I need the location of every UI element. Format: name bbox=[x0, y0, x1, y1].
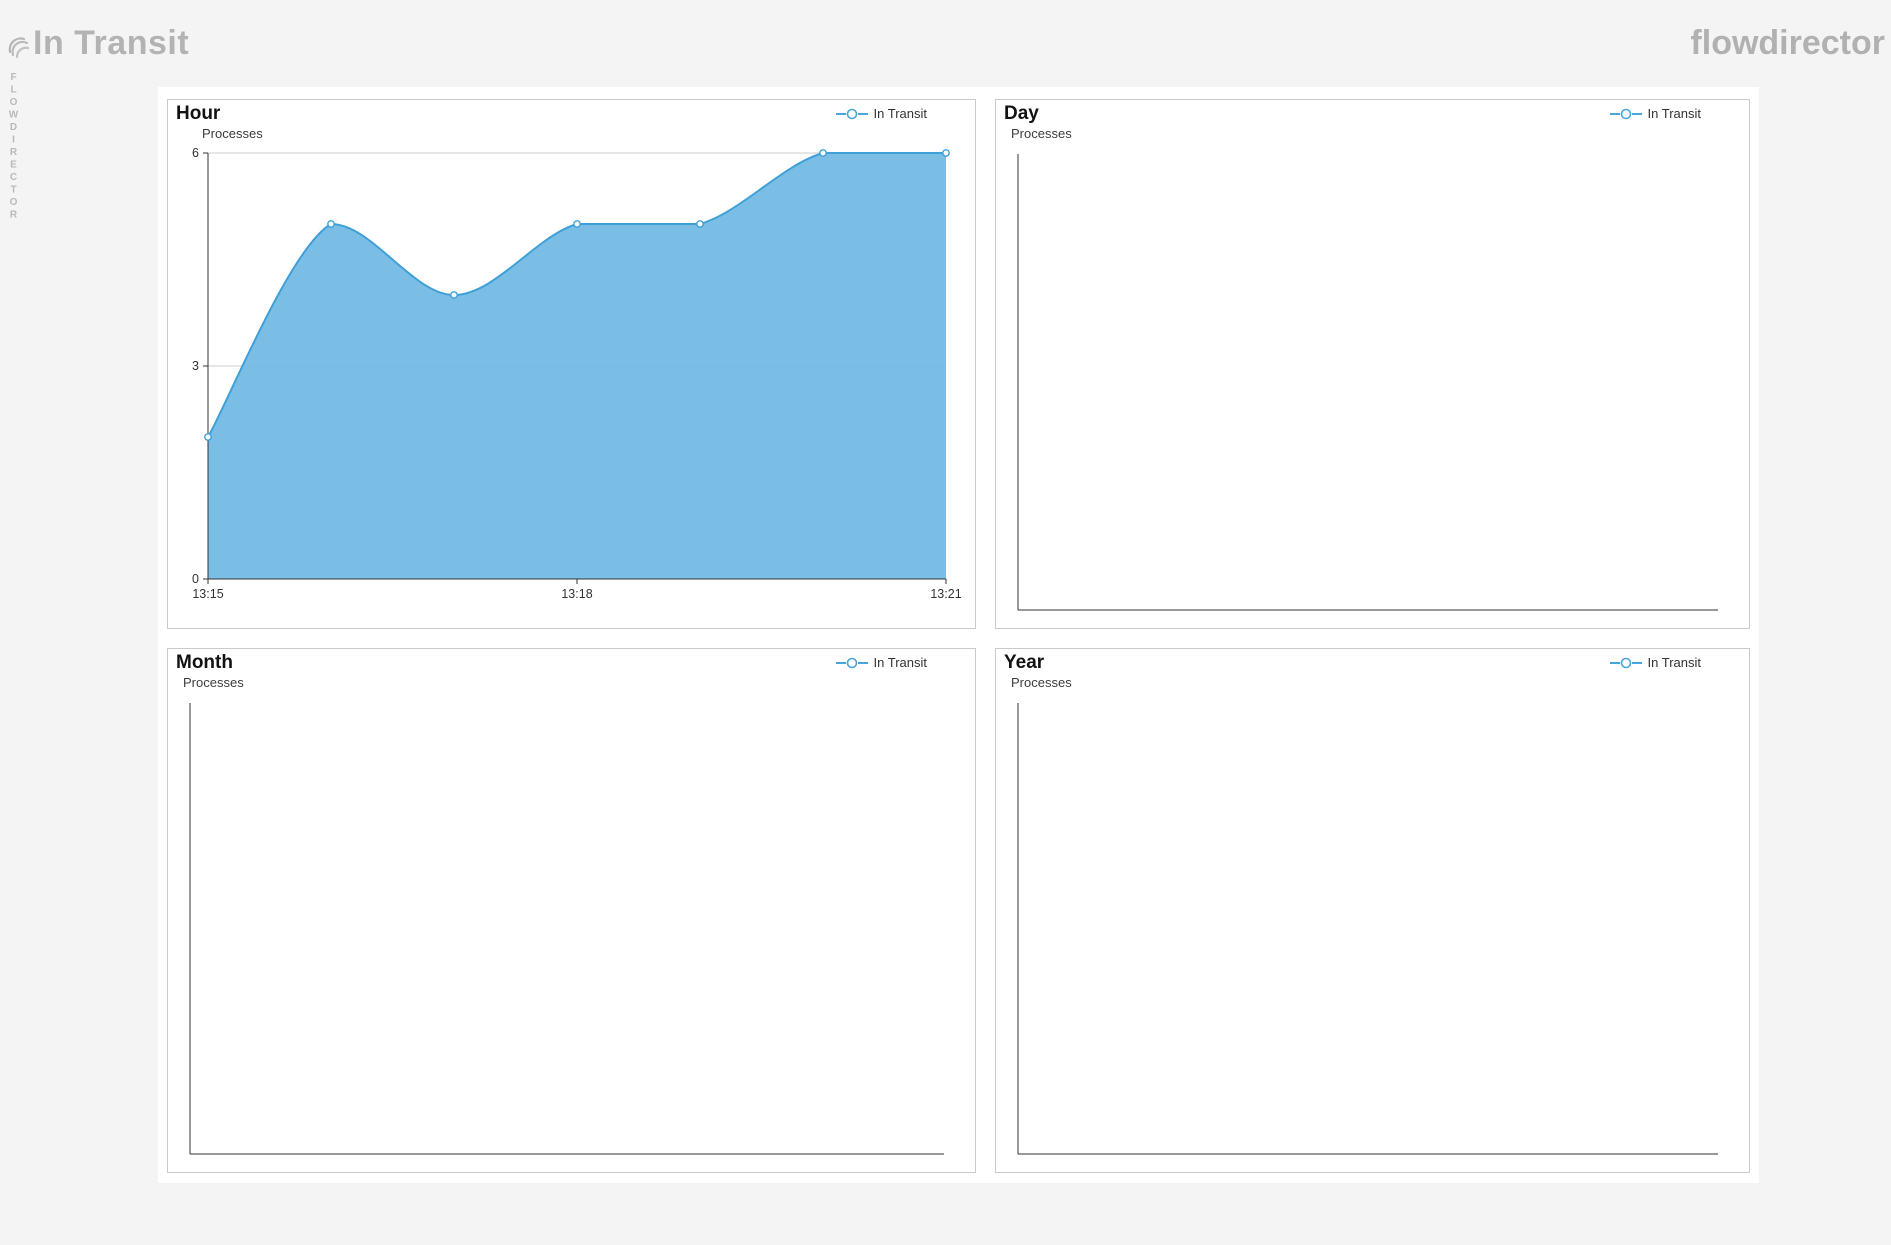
svg-text:13:15: 13:15 bbox=[192, 587, 223, 601]
panel-year: Year In Transit Processes bbox=[995, 648, 1750, 1173]
svg-text:0: 0 bbox=[192, 572, 199, 586]
panel-month: Month In Transit Processes bbox=[167, 648, 976, 1173]
page-title: In Transit bbox=[33, 24, 189, 63]
svg-text:3: 3 bbox=[192, 359, 199, 373]
svg-text:6: 6 bbox=[192, 146, 199, 160]
panel-day: Day In Transit Processes bbox=[995, 99, 1750, 629]
svg-text:13:21: 13:21 bbox=[930, 587, 961, 601]
charts-grid: Hour In Transit Processes 03613:1513:181… bbox=[158, 87, 1759, 1183]
year-area-chart[interactable] bbox=[996, 649, 1749, 1172]
svg-text:13:18: 13:18 bbox=[561, 587, 592, 601]
vertical-brand-text: FLOWDIRECTOR bbox=[8, 72, 19, 222]
month-area-chart[interactable] bbox=[168, 649, 975, 1172]
panel-hour: Hour In Transit Processes 03613:1513:181… bbox=[167, 99, 976, 629]
dashboard-page: { "header": { "app_title": "In Transit",… bbox=[0, 0, 1891, 1245]
brand-logo-text: flowdirector bbox=[1690, 24, 1885, 63]
hour-area-chart[interactable]: 0 3 6 13:15 13:18 13:21 bbox=[168, 100, 975, 628]
flowdirector-logo-icon bbox=[7, 36, 31, 60]
day-area-chart[interactable] bbox=[996, 100, 1749, 628]
